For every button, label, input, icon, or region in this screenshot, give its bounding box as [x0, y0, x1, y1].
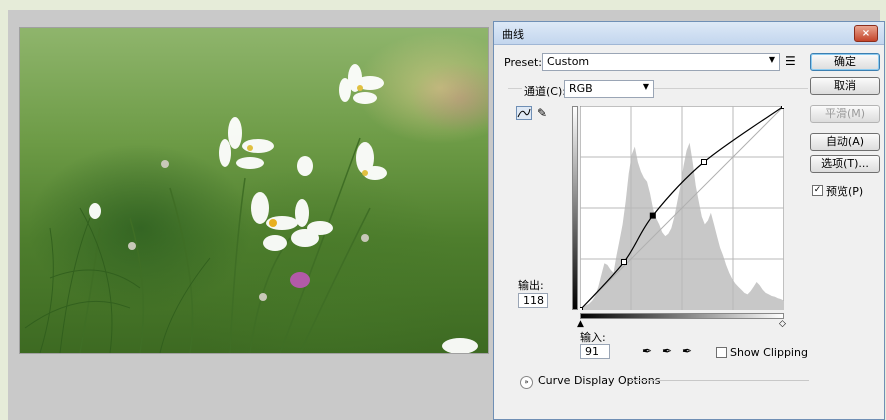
ok-button[interactable]: 确定 — [810, 53, 880, 71]
input-field[interactable]: 91 — [580, 344, 610, 359]
dialog-title: 曲线 — [502, 28, 524, 41]
preset-label: Preset: — [504, 56, 543, 69]
chevron-down-icon: ▼ — [642, 82, 649, 91]
gray-eyedropper-icon[interactable]: ✒ — [662, 344, 672, 358]
options-divider — [629, 380, 809, 381]
options-button[interactable]: 选项(T)... — [810, 155, 880, 173]
curve-control-point[interactable] — [701, 159, 707, 165]
output-label: 输出: — [518, 279, 544, 292]
black-eyedropper-icon[interactable]: ✒ — [642, 344, 652, 358]
channel-select[interactable]: RGB ▼ — [564, 80, 654, 98]
preview-label: 预览(P) — [826, 185, 864, 198]
preset-select[interactable]: Custom ▼ — [542, 53, 780, 71]
input-label: 输入: — [580, 331, 606, 344]
curves-graph[interactable] — [580, 106, 784, 310]
flower-photo — [24, 64, 478, 353]
curve-control-point[interactable] — [580, 307, 583, 311]
image-canvas[interactable] — [19, 27, 489, 354]
channel-label: 通道(C): — [522, 83, 568, 99]
list-menu-icon[interactable]: ☰ — [785, 54, 796, 68]
preset-value: Custom — [547, 55, 590, 68]
curve-point-icon[interactable] — [516, 106, 532, 120]
channel-value: RGB — [569, 82, 593, 95]
smooth-button[interactable]: 平滑(M) — [810, 105, 880, 123]
white-eyedropper-icon[interactable]: ✒ — [682, 344, 692, 358]
white-point-slider-icon[interactable]: ◇ — [779, 319, 786, 329]
expand-chevron-icon[interactable]: » — [520, 376, 533, 389]
black-point-slider-icon[interactable]: ▲ — [577, 319, 584, 329]
output-field[interactable]: 118 — [518, 293, 548, 308]
preview-checkbox[interactable]: ✓ — [812, 185, 823, 196]
pencil-icon[interactable]: ✎ — [537, 106, 547, 120]
output-gradient-bar — [572, 106, 578, 310]
chevron-down-icon: ▼ — [768, 55, 775, 64]
curves-dialog: 曲线 × Preset: Custom ▼ ☰ 通道(C): RGB ▼ ✎ ▲… — [493, 21, 885, 420]
dialog-titlebar[interactable]: 曲线 × — [494, 22, 884, 45]
curve-control-point[interactable] — [781, 106, 785, 109]
cancel-button[interactable]: 取消 — [810, 77, 880, 95]
input-gradient-bar — [580, 313, 784, 319]
curve-control-point[interactable] — [649, 212, 656, 219]
curve-control-point[interactable] — [621, 259, 627, 265]
show-clipping-checkbox[interactable] — [716, 347, 727, 358]
close-button[interactable]: × — [854, 25, 878, 42]
show-clipping-label: Show Clipping — [730, 346, 808, 359]
auto-button[interactable]: 自动(A) — [810, 133, 880, 151]
